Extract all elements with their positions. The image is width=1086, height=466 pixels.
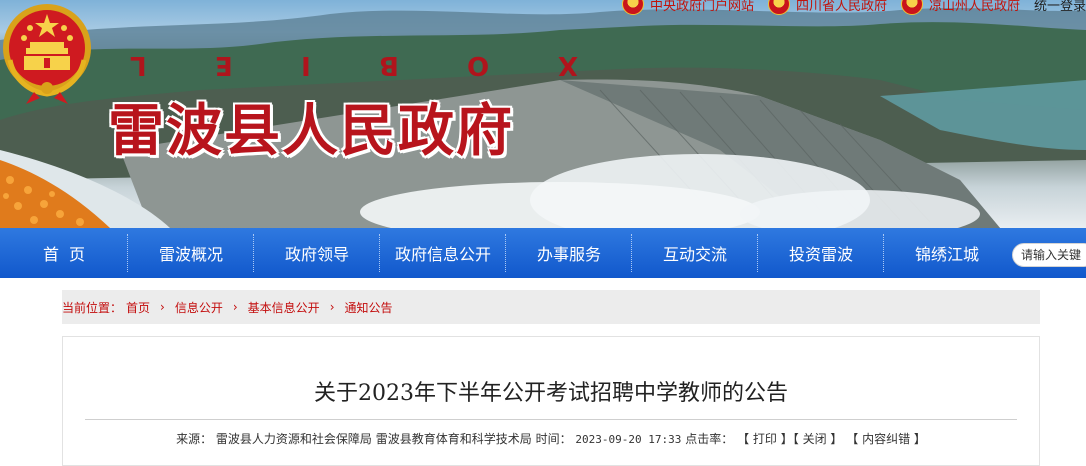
nav-item-interaction[interactable]: 互动交流 bbox=[632, 228, 758, 278]
title-divider bbox=[85, 419, 1017, 420]
breadcrumb: 当前位置： 首页 › 信息公开 › 基本信息公开 › 通知公告 bbox=[62, 290, 1040, 324]
print-label: 打印 bbox=[752, 432, 777, 446]
time-value: 2023-09-20 17:33 bbox=[575, 433, 682, 446]
nav-item-scenery[interactable]: 锦绣江城 bbox=[884, 228, 1010, 278]
top-link-sichuan-gov[interactable]: 四川省人民政府 bbox=[767, 0, 887, 15]
pinyin-letter: E bbox=[212, 50, 233, 80]
source-label: 来源： bbox=[176, 432, 213, 446]
login-link[interactable]: 统一登录 bbox=[1034, 0, 1086, 14]
time-label: 时间： bbox=[535, 432, 572, 446]
breadcrumb-separator-icon: › bbox=[160, 300, 165, 314]
article-panel: 关于2023年下半年公开考试招聘中学教师的公告 来源： 雷波县人力资源和社会保障… bbox=[62, 336, 1040, 466]
error-report-label: 内容纠错 bbox=[862, 432, 911, 446]
breadcrumb-item-info[interactable]: 信息公开 bbox=[175, 299, 223, 316]
close-label: 关闭 bbox=[802, 432, 827, 446]
header-banner: 中央政府门户网站 四川省人民政府 凉山州人民政府 统一登录 L E I B O … bbox=[0, 0, 1086, 228]
breadcrumb-separator-icon: › bbox=[329, 300, 335, 314]
pinyin-letter: B bbox=[377, 50, 400, 80]
article-title: 关于2023年下半年公开考试招聘中学教师的公告 bbox=[314, 381, 788, 406]
top-link-label: 凉山州人民政府 bbox=[928, 0, 1020, 14]
nav-item-home[interactable]: 首页 bbox=[0, 228, 128, 278]
national-emblem-icon bbox=[767, 0, 790, 15]
site-title: 雷波县人民政府 bbox=[108, 98, 514, 164]
nav-item-info-disclosure[interactable]: 政府信息公开 bbox=[380, 228, 506, 278]
breadcrumb-item-notices[interactable]: 通知公告 bbox=[345, 299, 393, 316]
breadcrumb-item-basic-info[interactable]: 基本信息公开 bbox=[248, 299, 320, 316]
source-value: 雷波县人力资源和社会保障局 雷波县教育体育和科学技术局 bbox=[215, 432, 532, 446]
breadcrumb-separator-icon: › bbox=[232, 300, 238, 314]
main-nav: 首页 雷波概况 政府领导 政府信息公开 办事服务 互动交流 投资雷波 锦绣江城 bbox=[0, 228, 1086, 278]
top-link-label: 中央政府门户网站 bbox=[649, 0, 754, 14]
pinyin-letter: I bbox=[299, 50, 311, 80]
nav-item-leaders[interactable]: 政府领导 bbox=[254, 228, 380, 278]
nav-item-investment[interactable]: 投资雷波 bbox=[758, 228, 884, 278]
pinyin-letter: L bbox=[128, 50, 147, 80]
national-emblem-logo bbox=[3, 4, 91, 104]
top-link-central-gov[interactable]: 中央政府门户网站 bbox=[621, 0, 754, 15]
national-emblem-icon bbox=[900, 0, 923, 15]
pinyin-letter: O bbox=[465, 50, 490, 80]
article-meta: 来源： 雷波县人力资源和社会保障局 雷波县教育体育和科学技术局 时间： 2023… bbox=[63, 430, 1039, 447]
national-emblem-icon bbox=[621, 0, 644, 15]
nav-item-overview[interactable]: 雷波概况 bbox=[128, 228, 254, 278]
top-link-label: 四川省人民政府 bbox=[795, 0, 887, 14]
breadcrumb-item-home[interactable]: 首页 bbox=[126, 299, 150, 316]
pinyin-letter: X bbox=[555, 50, 578, 80]
site-title-pinyin: L E I B O X bbox=[128, 50, 578, 80]
hits-label: 点击率： bbox=[685, 432, 734, 446]
nav-item-services[interactable]: 办事服务 bbox=[506, 228, 632, 278]
error-report-button[interactable]: 【 内容纠错 】 bbox=[846, 432, 926, 446]
search-input[interactable]: 请输入关键 bbox=[1012, 243, 1086, 267]
top-link-liangshan-gov[interactable]: 凉山州人民政府 bbox=[900, 0, 1020, 15]
close-button[interactable]: 【 关闭 】 bbox=[793, 432, 843, 446]
breadcrumb-label: 当前位置： bbox=[62, 300, 123, 315]
print-button[interactable]: 【 打印 】 bbox=[737, 432, 793, 446]
top-links-bar: 中央政府门户网站 四川省人民政府 凉山州人民政府 统一登录 bbox=[608, 0, 1086, 15]
